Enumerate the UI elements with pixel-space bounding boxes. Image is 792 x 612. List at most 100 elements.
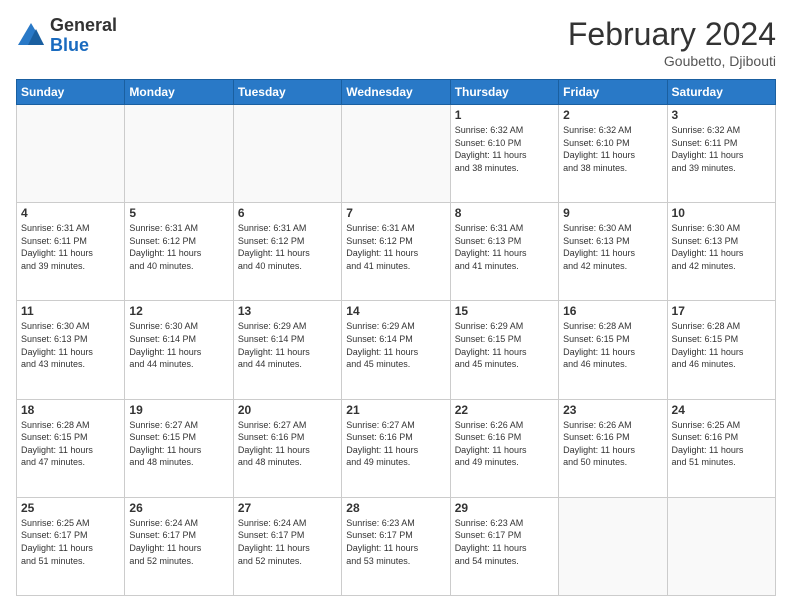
day-number: 12 bbox=[129, 304, 228, 318]
day-number: 6 bbox=[238, 206, 337, 220]
calendar-cell: 12 Sunrise: 6:30 AM Sunset: 6:14 PM Dayli… bbox=[125, 301, 233, 399]
day-number: 8 bbox=[455, 206, 554, 220]
day-number: 14 bbox=[346, 304, 445, 318]
weekday-header: Thursday bbox=[450, 80, 558, 105]
day-number: 5 bbox=[129, 206, 228, 220]
calendar-cell: 6 Sunrise: 6:31 AM Sunset: 6:12 PM Daylig… bbox=[233, 203, 341, 301]
day-number: 27 bbox=[238, 501, 337, 515]
calendar-cell: 3 Sunrise: 6:32 AM Sunset: 6:11 PM Daylig… bbox=[667, 105, 775, 203]
day-info: Sunrise: 6:29 AM Sunset: 6:14 PM Dayligh… bbox=[238, 320, 337, 370]
day-number: 11 bbox=[21, 304, 120, 318]
day-info: Sunrise: 6:30 AM Sunset: 6:13 PM Dayligh… bbox=[563, 222, 662, 272]
logo-text: General Blue bbox=[50, 16, 117, 56]
day-info: Sunrise: 6:30 AM Sunset: 6:14 PM Dayligh… bbox=[129, 320, 228, 370]
logo-icon bbox=[16, 21, 46, 51]
weekday-header: Wednesday bbox=[342, 80, 450, 105]
weekday-header: Tuesday bbox=[233, 80, 341, 105]
day-number: 24 bbox=[672, 403, 771, 417]
weekday-header: Monday bbox=[125, 80, 233, 105]
calendar-cell: 2Sunrise: 6:32 AM Sunset: 6:10 PM Daylig… bbox=[559, 105, 667, 203]
calendar-cell: 8 Sunrise: 6:31 AM Sunset: 6:13 PM Daylig… bbox=[450, 203, 558, 301]
page: General Blue February 2024 Goubetto, Dji… bbox=[0, 0, 792, 612]
day-info: Sunrise: 6:23 AM Sunset: 6:17 PM Dayligh… bbox=[455, 517, 554, 567]
day-info: Sunrise: 6:27 AM Sunset: 6:16 PM Dayligh… bbox=[346, 419, 445, 469]
location: Goubetto, Djibouti bbox=[568, 53, 776, 69]
day-number: 15 bbox=[455, 304, 554, 318]
logo: General Blue bbox=[16, 16, 117, 56]
day-number: 3 bbox=[672, 108, 771, 122]
title-block: February 2024 Goubetto, Djibouti bbox=[568, 16, 776, 69]
calendar-cell: 21 Sunrise: 6:27 AM Sunset: 6:16 PM Dayli… bbox=[342, 399, 450, 497]
calendar-cell: 7 Sunrise: 6:31 AM Sunset: 6:12 PM Daylig… bbox=[342, 203, 450, 301]
day-info: Sunrise: 6:28 AM Sunset: 6:15 PM Dayligh… bbox=[563, 320, 662, 370]
calendar-cell: 29 Sunrise: 6:23 AM Sunset: 6:17 PM Dayli… bbox=[450, 497, 558, 595]
day-number: 29 bbox=[455, 501, 554, 515]
logo-general: General bbox=[50, 15, 117, 35]
calendar-cell: 28 Sunrise: 6:23 AM Sunset: 6:17 PM Dayli… bbox=[342, 497, 450, 595]
day-number: 26 bbox=[129, 501, 228, 515]
calendar-cell: 25 Sunrise: 6:25 AM Sunset: 6:17 PM Dayli… bbox=[17, 497, 125, 595]
day-info: Sunrise: 6:30 AM Sunset: 6:13 PM Dayligh… bbox=[21, 320, 120, 370]
weekday-header: Saturday bbox=[667, 80, 775, 105]
day-number: 19 bbox=[129, 403, 228, 417]
calendar-cell: 22 Sunrise: 6:26 AM Sunset: 6:16 PM Dayli… bbox=[450, 399, 558, 497]
calendar-cell: 15 Sunrise: 6:29 AM Sunset: 6:15 PM Dayli… bbox=[450, 301, 558, 399]
calendar-cell bbox=[233, 105, 341, 203]
calendar-cell: 16 Sunrise: 6:28 AM Sunset: 6:15 PM Dayli… bbox=[559, 301, 667, 399]
day-info: Sunrise: 6:31 AM Sunset: 6:12 PM Dayligh… bbox=[238, 222, 337, 272]
day-number: 22 bbox=[455, 403, 554, 417]
calendar-cell: 18 Sunrise: 6:28 AM Sunset: 6:15 PM Dayli… bbox=[17, 399, 125, 497]
day-info: Sunrise: 6:32 AM Sunset: 6:10 PM Dayligh… bbox=[455, 124, 554, 174]
calendar-cell bbox=[125, 105, 233, 203]
day-number: 18 bbox=[21, 403, 120, 417]
day-info: Sunrise: 6:32 AM Sunset: 6:11 PM Dayligh… bbox=[672, 124, 771, 174]
day-info: Sunrise: 6:30 AM Sunset: 6:13 PM Dayligh… bbox=[672, 222, 771, 272]
day-info: Sunrise: 6:25 AM Sunset: 6:17 PM Dayligh… bbox=[21, 517, 120, 567]
day-number: 10 bbox=[672, 206, 771, 220]
day-info: Sunrise: 6:31 AM Sunset: 6:11 PM Dayligh… bbox=[21, 222, 120, 272]
day-info: Sunrise: 6:31 AM Sunset: 6:12 PM Dayligh… bbox=[129, 222, 228, 272]
calendar-cell: 1 Sunrise: 6:32 AM Sunset: 6:10 PM Daylig… bbox=[450, 105, 558, 203]
calendar-cell: 27Sunrise: 6:24 AM Sunset: 6:17 PM Dayli… bbox=[233, 497, 341, 595]
day-info: Sunrise: 6:27 AM Sunset: 6:15 PM Dayligh… bbox=[129, 419, 228, 469]
day-info: Sunrise: 6:29 AM Sunset: 6:15 PM Dayligh… bbox=[455, 320, 554, 370]
calendar-cell: 11 Sunrise: 6:30 AM Sunset: 6:13 PM Dayli… bbox=[17, 301, 125, 399]
calendar-cell: 24 Sunrise: 6:25 AM Sunset: 6:16 PM Dayli… bbox=[667, 399, 775, 497]
calendar-cell: 20 Sunrise: 6:27 AM Sunset: 6:16 PM Dayli… bbox=[233, 399, 341, 497]
calendar-cell: 23 Sunrise: 6:26 AM Sunset: 6:16 PM Dayli… bbox=[559, 399, 667, 497]
day-number: 4 bbox=[21, 206, 120, 220]
day-number: 16 bbox=[563, 304, 662, 318]
calendar-cell bbox=[559, 497, 667, 595]
day-number: 20 bbox=[238, 403, 337, 417]
day-info: Sunrise: 6:31 AM Sunset: 6:13 PM Dayligh… bbox=[455, 222, 554, 272]
month-year: February 2024 bbox=[568, 16, 776, 53]
calendar-cell bbox=[17, 105, 125, 203]
day-number: 9 bbox=[563, 206, 662, 220]
calendar-cell bbox=[667, 497, 775, 595]
calendar-table: SundayMondayTuesdayWednesdayThursdayFrid… bbox=[16, 79, 776, 596]
day-number: 7 bbox=[346, 206, 445, 220]
day-info: Sunrise: 6:26 AM Sunset: 6:16 PM Dayligh… bbox=[455, 419, 554, 469]
calendar-cell: 5 Sunrise: 6:31 AM Sunset: 6:12 PM Daylig… bbox=[125, 203, 233, 301]
day-number: 21 bbox=[346, 403, 445, 417]
day-info: Sunrise: 6:23 AM Sunset: 6:17 PM Dayligh… bbox=[346, 517, 445, 567]
calendar-cell bbox=[342, 105, 450, 203]
weekday-header: Sunday bbox=[17, 80, 125, 105]
calendar-cell: 4 Sunrise: 6:31 AM Sunset: 6:11 PM Daylig… bbox=[17, 203, 125, 301]
logo-blue: Blue bbox=[50, 35, 89, 55]
day-info: Sunrise: 6:27 AM Sunset: 6:16 PM Dayligh… bbox=[238, 419, 337, 469]
day-info: Sunrise: 6:28 AM Sunset: 6:15 PM Dayligh… bbox=[672, 320, 771, 370]
calendar-cell: 19 Sunrise: 6:27 AM Sunset: 6:15 PM Dayli… bbox=[125, 399, 233, 497]
day-number: 25 bbox=[21, 501, 120, 515]
day-info: Sunrise: 6:29 AM Sunset: 6:14 PM Dayligh… bbox=[346, 320, 445, 370]
day-info: Sunrise: 6:25 AM Sunset: 6:16 PM Dayligh… bbox=[672, 419, 771, 469]
calendar-cell: 26Sunrise: 6:24 AM Sunset: 6:17 PM Dayli… bbox=[125, 497, 233, 595]
day-info: Sunrise: 6:26 AM Sunset: 6:16 PM Dayligh… bbox=[563, 419, 662, 469]
calendar-cell: 9 Sunrise: 6:30 AM Sunset: 6:13 PM Daylig… bbox=[559, 203, 667, 301]
day-number: 28 bbox=[346, 501, 445, 515]
day-number: 23 bbox=[563, 403, 662, 417]
day-info: Sunrise: 6:31 AM Sunset: 6:12 PM Dayligh… bbox=[346, 222, 445, 272]
day-info: Sunrise: 6:28 AM Sunset: 6:15 PM Dayligh… bbox=[21, 419, 120, 469]
day-number: 1 bbox=[455, 108, 554, 122]
calendar-cell: 10 Sunrise: 6:30 AM Sunset: 6:13 PM Dayli… bbox=[667, 203, 775, 301]
